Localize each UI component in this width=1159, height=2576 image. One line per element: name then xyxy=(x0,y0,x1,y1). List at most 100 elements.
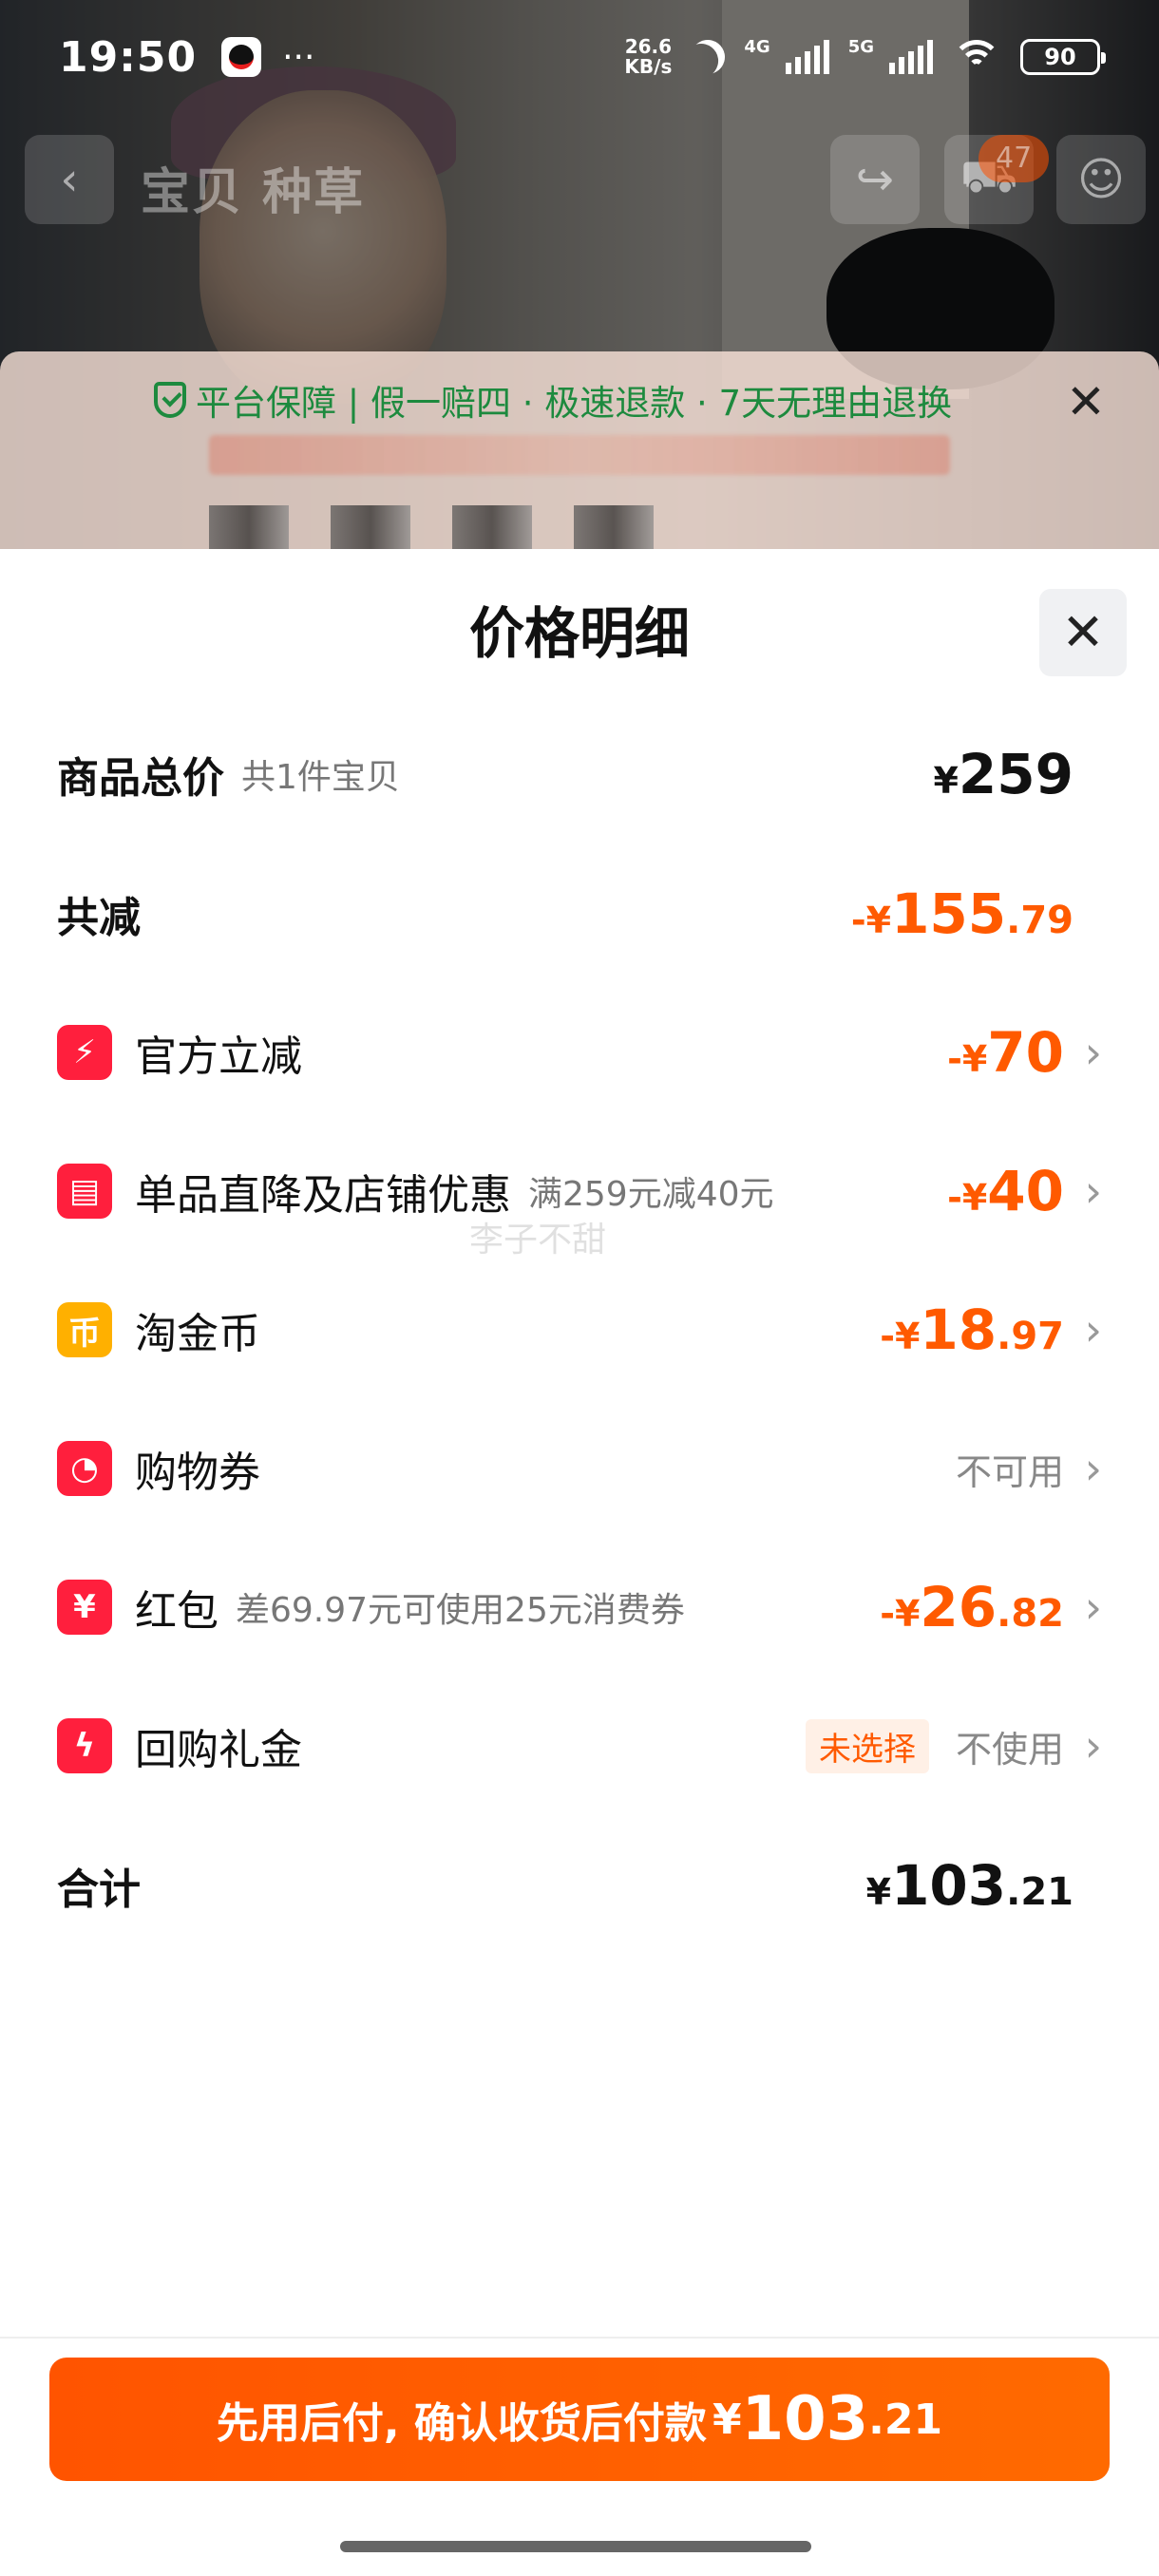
amount-int: 103 xyxy=(891,1853,1007,1918)
row-label: 合计 xyxy=(57,1866,141,1914)
amount-sign: ¥ xyxy=(933,760,959,802)
chevron-right-icon: › xyxy=(1084,1443,1102,1494)
amount-int: 259 xyxy=(958,742,1074,806)
footer-divider xyxy=(0,2337,1159,2339)
row-label: 共减 xyxy=(57,894,141,942)
amount-sign: -¥ xyxy=(850,900,892,941)
chevron-right-icon: › xyxy=(1084,1165,1102,1217)
header-tabs[interactable]: 宝贝 种草 xyxy=(141,152,365,223)
amount-sign: -¥ xyxy=(880,1316,921,1357)
pay-amount-sign: ¥ xyxy=(712,2395,742,2444)
shield-check-icon xyxy=(154,382,186,418)
row-status-group: 未选择 不使用 › xyxy=(805,1718,1102,1773)
row-amount: -¥ 18 .97 xyxy=(880,1297,1064,1362)
gift-money-icon: ϟ xyxy=(57,1718,112,1773)
row-total-price: 商品总价 共1件宝贝 ¥ 259 xyxy=(57,736,1102,812)
network-speed: 26.6 KB/s xyxy=(624,37,672,77)
row-status: 不可用 xyxy=(955,1450,1064,1493)
row-label: 购物券 xyxy=(135,1449,260,1497)
pay-amount-int: 103 xyxy=(741,2384,869,2454)
guarantee-line: 平台保障 | 假一赔四 · 极速退款 · 7天无理由退换 xyxy=(154,374,952,426)
amount-int: 40 xyxy=(987,1159,1064,1223)
amount-sign: ¥ xyxy=(865,1871,892,1913)
row-shopping-coupon[interactable]: ◔ 购物券 不可用 › xyxy=(57,1430,1102,1506)
back-icon[interactable]: ‹ xyxy=(25,135,114,224)
row-label: 商品总价 xyxy=(57,754,224,803)
amount-dec: .21 xyxy=(1006,1870,1074,1914)
red-envelope-icon: ¥ xyxy=(57,1580,112,1635)
price-detail-sheet: 价格明细 ✕ xyxy=(0,549,1159,2576)
amount-sign: -¥ xyxy=(880,1593,921,1635)
row-amount: ¥ 103 .21 xyxy=(866,1853,1074,1918)
chevron-right-icon: › xyxy=(1084,1720,1102,1771)
shop-icon: ▤ xyxy=(57,1164,112,1219)
qq-app-icon xyxy=(221,37,262,77)
row-label: 官方立减 xyxy=(135,1032,302,1081)
home-indicator[interactable] xyxy=(340,2541,811,2552)
amount-dec: .82 xyxy=(997,1592,1064,1636)
row-amount: -¥ 155 .79 xyxy=(851,881,1074,946)
guarantee-banner: 平台保障 | 假一赔四 · 极速退款 · 7天无理由退换 ✕ xyxy=(0,351,1159,551)
blurred-thumbnails xyxy=(209,505,654,551)
row-sub: 差69.97元可使用25元消费券 xyxy=(236,1591,685,1630)
row-amount: -¥ 40 xyxy=(947,1159,1064,1223)
amount-int: 26 xyxy=(920,1575,998,1639)
status-time: 19:50 xyxy=(59,32,198,82)
chevron-right-icon: › xyxy=(1084,1304,1102,1355)
cart-badge: 47 xyxy=(978,135,1050,182)
chevron-right-icon: › xyxy=(1084,1582,1102,1633)
row-sub: 满259元减40元 xyxy=(528,1175,774,1214)
row-label: 红包 xyxy=(135,1587,218,1636)
blurred-promo-strip xyxy=(209,435,950,475)
pay-button-text: 先用后付, 确认收货后付款 xyxy=(216,2399,707,2448)
amount-int: 18 xyxy=(920,1297,998,1362)
sheet-close-button[interactable]: ✕ xyxy=(1039,589,1127,676)
pay-amount-dec: .21 xyxy=(868,2395,943,2444)
row-label: 回购礼金 xyxy=(135,1726,302,1774)
network-type-5g: 5G xyxy=(847,37,874,57)
amount-sign: -¥ xyxy=(947,1038,988,1080)
row-status-group: 不可用 › xyxy=(956,1443,1102,1495)
unselected-tag: 未选择 xyxy=(805,1718,929,1773)
row-official-discount[interactable]: ⚡ 官方立减 -¥ 70 › xyxy=(57,1014,1102,1090)
close-icon[interactable]: ✕ xyxy=(1066,378,1106,426)
chevron-right-icon: › xyxy=(1084,1027,1102,1078)
row-label: 淘金币 xyxy=(135,1310,260,1358)
signal-4g-icon xyxy=(785,40,829,74)
row-label: 单品直降及店铺优惠 xyxy=(135,1171,511,1220)
guarantee-text: 平台保障 | 假一赔四 · 极速退款 · 7天无理由退换 xyxy=(196,383,953,424)
coupon-icon: ◔ xyxy=(57,1441,112,1496)
network-type-4g: 4G xyxy=(744,37,770,57)
lightning-icon: ⚡ xyxy=(57,1025,112,1080)
product-header: ‹ 宝贝 种草 ↪ ⛟ 47 ☺ xyxy=(0,114,1159,247)
coin-icon: 币 xyxy=(57,1302,112,1357)
row-total-discount: 共减 -¥ 155 .79 xyxy=(57,876,1102,952)
amount-sign: -¥ xyxy=(947,1177,988,1219)
share-icon[interactable]: ↪ xyxy=(830,135,920,224)
sheet-title: 价格明细 xyxy=(468,601,690,666)
row-taojinbi[interactable]: 币 淘金币 -¥ 18 .97 › xyxy=(57,1292,1102,1368)
row-amount: ¥ 259 xyxy=(933,742,1074,806)
network-speed-unit: KB/s xyxy=(624,55,673,78)
amount-dec: .97 xyxy=(997,1315,1064,1358)
amount-int: 155 xyxy=(891,881,1007,946)
row-amount: -¥ 26 .82 xyxy=(880,1575,1064,1639)
network-speed-value: 26.6 xyxy=(624,35,673,58)
do-not-disturb-icon xyxy=(685,33,732,80)
amount-int: 70 xyxy=(987,1020,1064,1085)
row-grand-total: 合计 ¥ 103 .21 xyxy=(57,1847,1102,1923)
row-amount: -¥ 70 xyxy=(947,1020,1064,1085)
status-bar: 19:50 ··· 26.6 KB/s 4G 5G 90 xyxy=(0,0,1159,114)
wifi-icon xyxy=(952,38,1001,76)
pay-later-button[interactable]: 先用后付, 确认收货后付款 ¥ 103 .21 xyxy=(49,2358,1110,2481)
watermark: 李子不甜 xyxy=(469,1221,607,1260)
row-sub: 共1件宝贝 xyxy=(241,758,400,797)
row-repurchase-bonus[interactable]: ϟ 回购礼金 未选择 不使用 › xyxy=(57,1708,1102,1784)
message-icon[interactable]: ☺ xyxy=(1056,135,1146,224)
more-notifications-icon: ··· xyxy=(282,37,315,77)
signal-5g-icon xyxy=(889,40,933,74)
battery-icon: 90 xyxy=(1020,39,1106,75)
row-red-envelope[interactable]: ¥ 红包 差69.97元可使用25元消费券 -¥ 26 .82 › xyxy=(57,1569,1102,1645)
row-status: 不使用 xyxy=(955,1728,1064,1771)
amount-dec: .79 xyxy=(1006,899,1074,942)
